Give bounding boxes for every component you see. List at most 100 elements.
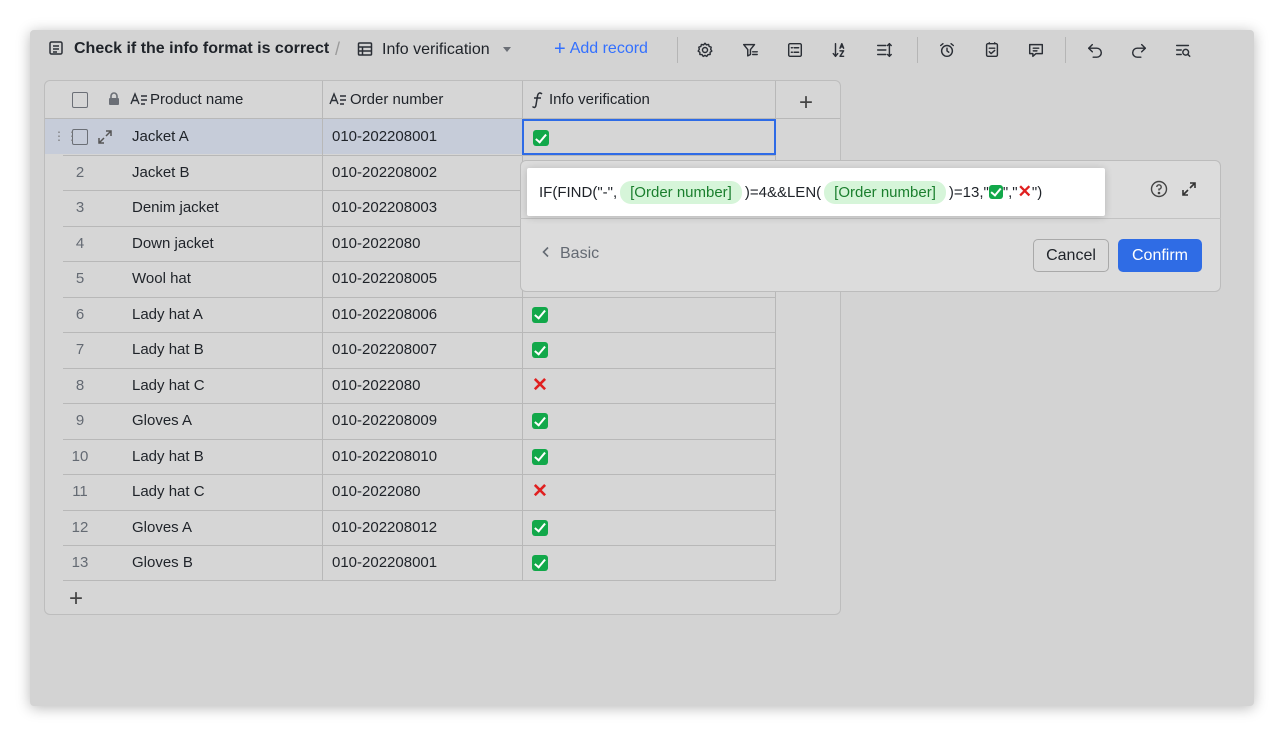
drag-handle-icon[interactable]: ⋮⋮ [53, 129, 79, 143]
field-reference-chip[interactable]: [Order number] [620, 180, 742, 204]
cell-product-name[interactable]: Lady hat B [132, 341, 204, 358]
check-mark-icon [532, 342, 548, 358]
row-divider [63, 509, 776, 511]
check-mark-icon [532, 413, 548, 429]
chevron-down-icon[interactable] [501, 46, 513, 54]
add-record-label: Add record [569, 40, 648, 57]
cell-product-name[interactable]: Gloves A [132, 519, 192, 536]
cell-product-name[interactable]: Down jacket [132, 235, 214, 252]
select-all-checkbox[interactable] [72, 92, 88, 108]
cell-order-number[interactable]: 010-2022080 [332, 235, 420, 252]
row-divider [63, 474, 776, 475]
formula-text: )=13," [948, 183, 989, 201]
cell-product-name[interactable]: Lady hat A [132, 306, 203, 323]
row-number: 12 [71, 518, 89, 536]
cell-order-number[interactable]: 010-202208003 [332, 199, 437, 216]
table-row[interactable]: 7 Lady hat B 010-202208007 [45, 332, 776, 368]
cell-product-name[interactable]: Gloves B [132, 554, 193, 571]
row-divider [63, 403, 776, 404]
confirm-button[interactable]: Confirm [1118, 239, 1202, 272]
cell-order-number[interactable]: 010-202208012 [332, 519, 437, 536]
cell-order-number[interactable]: 010-202208006 [332, 306, 437, 323]
row-divider [63, 332, 776, 333]
table-row[interactable]: 11 Lady hat C 010-2022080 ✕ [45, 474, 776, 510]
cell-product-name[interactable]: Lady hat C [132, 483, 205, 500]
settings-icon[interactable] [694, 39, 716, 61]
column-header-info-verification[interactable]: Info verification [549, 91, 650, 108]
table-header: Product name Order number Info verificat… [45, 81, 840, 119]
cell-order-number[interactable]: 010-202208005 [332, 270, 437, 287]
table-row[interactable]: 6 Lady hat A 010-202208006 [45, 296, 776, 333]
field-reference-chip[interactable]: [Order number] [824, 180, 946, 204]
cell-product-name[interactable]: Gloves A [132, 412, 192, 429]
add-record-button[interactable]: + Add record [554, 39, 648, 59]
cell-order-number[interactable]: 010-202208007 [332, 341, 437, 358]
formula-icon [531, 91, 545, 109]
chevron-left-icon [542, 245, 550, 263]
app-window: Check if the info format is correct / In… [30, 30, 1254, 706]
row-number: 2 [75, 163, 85, 181]
basic-mode-link[interactable]: Basic [542, 245, 599, 263]
cell-product-name[interactable]: Lady hat B [132, 448, 204, 465]
formula-text: ") [1031, 183, 1043, 201]
undo-icon[interactable] [1084, 39, 1106, 61]
cell-product-name[interactable]: Wool hat [132, 270, 191, 287]
redo-icon[interactable] [1128, 39, 1150, 61]
formula-input[interactable]: IF(FIND("-", [Order number] )=4&&LEN( [O… [527, 168, 1105, 216]
check-mark-icon [532, 306, 548, 323]
active-cell-info-verification[interactable] [522, 119, 776, 155]
lock-icon [108, 92, 120, 106]
group-icon[interactable] [784, 39, 806, 61]
check-mark-icon [532, 448, 548, 465]
row-number: 4 [75, 234, 85, 252]
row-divider [63, 545, 776, 546]
toolbar: Check if the info format is correct / In… [30, 30, 1254, 70]
table-row[interactable]: 9 Gloves A 010-202208009 [45, 403, 776, 439]
cross-mark-icon: ✕ [532, 374, 548, 396]
column-header-product-name[interactable]: Product name [150, 91, 243, 108]
view-name[interactable]: Info verification [382, 41, 490, 59]
toolbar-divider [1065, 37, 1066, 63]
table-row[interactable]: 13 Gloves B 010-202208001 [45, 545, 776, 581]
form-icon[interactable] [981, 39, 1003, 61]
search-icon[interactable] [1172, 39, 1194, 61]
row-number: 13 [71, 554, 89, 571]
row-height-icon[interactable] [873, 39, 895, 61]
add-column-button[interactable]: + [799, 89, 813, 117]
formula-text: "," [1002, 183, 1018, 201]
expand-record-icon[interactable] [97, 129, 113, 145]
expand-icon[interactable] [1181, 181, 1197, 197]
add-row-button[interactable]: + [69, 585, 83, 613]
check-mark-icon [532, 555, 548, 571]
column-header-order-number[interactable]: Order number [350, 91, 443, 108]
reminder-icon[interactable] [936, 39, 958, 61]
cell-order-number[interactable]: 010-2022080 [332, 377, 420, 394]
cross-mark-icon: ✕ [532, 481, 548, 502]
text-field-icon [130, 91, 148, 107]
cell-product-name[interactable]: Jacket A [132, 128, 189, 145]
table-row[interactable]: 8 Lady hat C 010-2022080 ✕ [45, 367, 776, 404]
filter-icon[interactable] [739, 39, 761, 61]
cancel-button[interactable]: Cancel [1033, 239, 1109, 272]
panel-divider [520, 218, 1221, 219]
help-icon[interactable] [1150, 180, 1168, 198]
toolbar-divider [677, 37, 678, 63]
comment-icon[interactable] [1025, 39, 1047, 61]
cell-order-number[interactable]: 010-202208001 [332, 554, 437, 571]
sort-icon[interactable] [829, 39, 851, 61]
cell-product-name[interactable]: Jacket B [132, 164, 190, 181]
formula-text: IF(FIND("-", [539, 183, 618, 201]
toolbar-divider [917, 37, 918, 63]
cell-order-number[interactable]: 010-202208010 [332, 448, 437, 465]
cell-order-number[interactable]: 010-202208002 [332, 164, 437, 181]
table-row[interactable]: 12 Gloves A 010-202208012 [45, 509, 776, 546]
doc-title[interactable]: Check if the info format is correct [74, 40, 329, 58]
table-row[interactable]: 10 Lady hat B 010-202208010 [45, 438, 776, 475]
cell-product-name[interactable]: Denim jacket [132, 199, 219, 216]
cell-order-number[interactable]: 010-202208001 [332, 128, 437, 145]
cell-order-number[interactable]: 010-2022080 [332, 483, 420, 500]
row-divider [63, 580, 776, 581]
text-field-icon [329, 91, 347, 107]
cell-product-name[interactable]: Lady hat C [132, 377, 205, 394]
cell-order-number[interactable]: 010-202208009 [332, 412, 437, 429]
